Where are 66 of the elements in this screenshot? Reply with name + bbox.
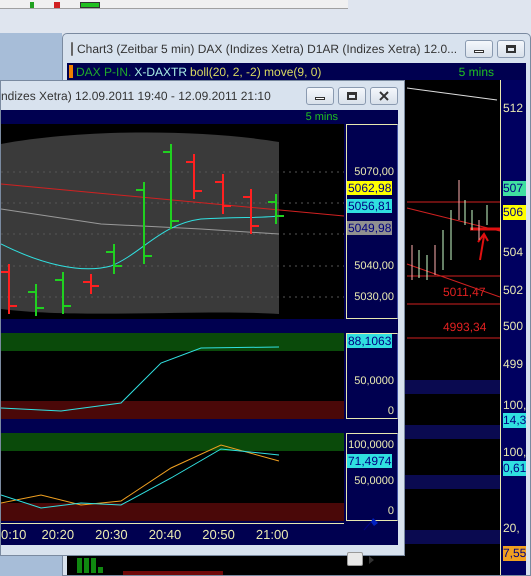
axis-label: 100,	[503, 445, 526, 460]
axis-label: 0	[388, 404, 394, 418]
price-bar	[243, 189, 259, 234]
volume-bar	[91, 558, 96, 573]
axis-label: 100,	[503, 398, 526, 413]
axis-label: 20,	[503, 521, 520, 536]
axis-label: 50,0000	[354, 374, 394, 388]
price-bar	[55, 272, 71, 314]
axis-label: 5040,00	[354, 259, 394, 273]
price-line-label: 4993,34	[443, 320, 486, 334]
price-bar	[28, 284, 44, 316]
close-icon	[379, 90, 389, 100]
time-label: 20:40	[148, 526, 182, 544]
maximize-button[interactable]	[497, 40, 526, 58]
value-badge: 5062,98	[347, 181, 392, 195]
price-bar	[1, 264, 17, 314]
time-label: 20:30	[94, 526, 129, 544]
axis-label: 512	[503, 101, 524, 116]
axis-label: 5070,00	[354, 165, 394, 179]
interval-label: 5 mins	[306, 110, 338, 125]
legend-marker	[69, 65, 73, 78]
value-badge: 88,1063	[347, 334, 392, 348]
value-badge: 7,55	[503, 546, 526, 561]
minimize-button[interactable]	[306, 86, 334, 104]
volume-bar	[98, 567, 103, 573]
scroll-thumb[interactable]	[347, 552, 363, 566]
time-label: 20:20	[40, 526, 76, 544]
axis-label: 504	[503, 245, 524, 260]
price-bar	[215, 174, 231, 214]
legend-text: DAX P-IN.	[76, 64, 132, 80]
window-title: ndizes Xetra) 12.09.2011 19:40 - 12.09.2011 21:10	[1, 88, 271, 104]
flag-icon[interactable]	[363, 517, 379, 531]
maximize-button[interactable]	[338, 86, 366, 104]
interval-label: 5 mins	[458, 64, 494, 80]
value-badge: 5056,81	[347, 199, 392, 213]
toolbar-icon[interactable]	[80, 2, 100, 8]
legend-text: X-DAXTR	[134, 64, 188, 80]
price-bar	[83, 274, 99, 294]
axis-label: 50,0000	[354, 474, 394, 488]
value-badge: 507	[503, 181, 526, 196]
minimize-button[interactable]	[465, 40, 494, 58]
marker-line	[470, 228, 500, 230]
axis-label: 0	[388, 504, 394, 518]
value-badge: 71,4974	[347, 454, 392, 468]
value-badge: 14,3	[503, 413, 526, 428]
axis-label: 5030,00	[354, 290, 394, 304]
legend-text: boll(20, 2, -2) move(9, 0)	[190, 64, 322, 80]
price-bar	[186, 154, 202, 199]
axis-label: 100,0000	[348, 438, 394, 452]
axis-label: 499	[503, 357, 524, 372]
value-badge: 0,61	[503, 461, 526, 476]
axis-label: 502	[503, 283, 524, 298]
volume-bar	[84, 558, 89, 573]
value-badge: 506	[503, 205, 526, 220]
axis-label: 500	[503, 319, 524, 334]
price-bar	[268, 194, 284, 224]
time-label: 21:00	[254, 526, 290, 544]
window-title: Chart3 (Zeitbar 5 min) DAX (Indizes Xetra) D1AR (Indizes Xetra) 12.0...	[77, 40, 458, 58]
hand-drawn-arrow	[477, 232, 489, 261]
price-line-label: 5011,47	[443, 285, 486, 299]
value-badge: 5049,98	[347, 221, 392, 235]
time-label: 0:10	[1, 526, 28, 544]
time-label: 20:50	[201, 526, 236, 544]
close-button[interactable]	[370, 86, 398, 104]
price-bar	[106, 244, 122, 274]
volume-bar	[77, 558, 82, 573]
